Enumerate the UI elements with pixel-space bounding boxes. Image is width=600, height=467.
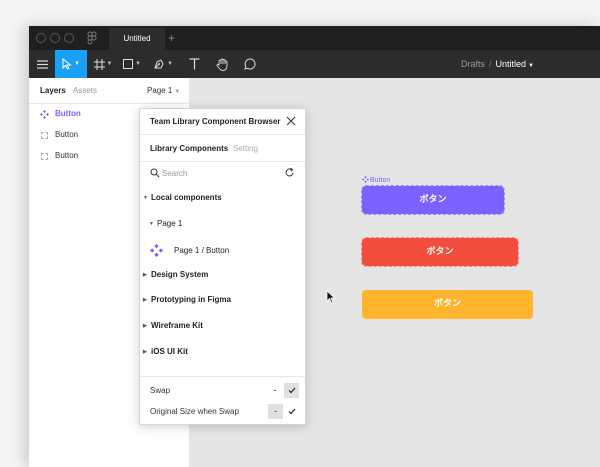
tree-label: Page 1 bbox=[157, 219, 183, 228]
chevron-down-icon: ▼ bbox=[106, 61, 113, 67]
mouse-cursor-icon bbox=[326, 290, 336, 304]
maximize-window-button[interactable] bbox=[64, 33, 74, 43]
modal-footer: Swap - Original Size when Swap - bbox=[140, 376, 305, 424]
layer-name: Button bbox=[55, 109, 81, 118]
canvas-button-red[interactable]: ボタン bbox=[361, 237, 519, 267]
tab-assets[interactable]: Assets bbox=[73, 86, 97, 95]
chevron-down-icon: ▼ bbox=[167, 61, 173, 67]
option-dash[interactable]: - bbox=[268, 404, 283, 419]
shape-tool-button[interactable]: ▼ bbox=[117, 50, 147, 78]
tree-label: Prototyping in Figma bbox=[151, 295, 231, 304]
triangle-down-icon: ▼ bbox=[149, 221, 154, 227]
breadcrumb-file-name[interactable]: Untitled bbox=[496, 59, 527, 69]
breadcrumb-drafts[interactable]: Drafts bbox=[461, 59, 485, 69]
add-tab-button[interactable]: + bbox=[168, 29, 175, 47]
chevron-down-icon: ▼ bbox=[135, 61, 141, 67]
hamburger-icon bbox=[36, 59, 48, 69]
tree-library[interactable]: ▶ Design System bbox=[143, 270, 208, 284]
pen-tool-button[interactable]: ▼ bbox=[147, 50, 179, 78]
toolbar: ▼ ▼ ▼ ▼ Drafts / Untitled ▼ bbox=[29, 50, 600, 78]
tab-setting[interactable]: Setting bbox=[233, 144, 258, 153]
tree-library[interactable]: ▶ Prototyping in Figma bbox=[143, 295, 231, 309]
triangle-down-icon: ▼ bbox=[143, 195, 148, 201]
refresh-icon[interactable] bbox=[284, 167, 295, 178]
option-dash[interactable]: - bbox=[269, 385, 281, 395]
layer-name: Button bbox=[55, 151, 79, 160]
option-label: Original Size when Swap bbox=[150, 407, 239, 416]
minimize-window-button[interactable] bbox=[50, 33, 60, 43]
triangle-right-icon: ▶ bbox=[143, 349, 147, 355]
layer-name: Button bbox=[55, 130, 79, 139]
close-icon[interactable] bbox=[285, 115, 297, 127]
search-input[interactable] bbox=[162, 164, 272, 182]
tree-label: Wireframe Kit bbox=[151, 321, 203, 330]
modal-tabs: Library Components Setting bbox=[140, 135, 305, 162]
tree-label: Local components bbox=[151, 193, 222, 202]
close-window-button[interactable] bbox=[36, 33, 46, 43]
cursor-arrow-icon bbox=[62, 58, 72, 70]
tree-library[interactable]: ▶ iOS UI Kit bbox=[143, 347, 188, 361]
chevron-down-icon[interactable]: ▼ bbox=[528, 63, 534, 69]
chevron-down-icon: ▼ bbox=[74, 61, 80, 67]
option-swap: Swap - bbox=[140, 380, 305, 400]
checkmark-icon bbox=[288, 387, 295, 394]
tab-layers[interactable]: Layers bbox=[40, 86, 66, 95]
hand-icon bbox=[216, 58, 228, 71]
component-name-tag: Button bbox=[362, 176, 390, 184]
triangle-right-icon: ▶ bbox=[143, 272, 147, 278]
chevron-down-icon: ▼ bbox=[174, 89, 181, 95]
pen-icon bbox=[154, 59, 164, 69]
component-name-label: Button bbox=[370, 177, 391, 184]
tree-page[interactable]: ▼ Page 1 bbox=[149, 219, 182, 233]
file-tab[interactable]: Untitled bbox=[109, 28, 165, 50]
tree-label: Design System bbox=[151, 270, 209, 279]
option-original-size: Original Size when Swap - bbox=[140, 401, 305, 421]
component-icon bbox=[150, 244, 163, 257]
tab-library-components[interactable]: Library Components bbox=[150, 144, 228, 153]
search-row bbox=[140, 162, 305, 184]
tree-local-components[interactable]: ▼ Local components bbox=[143, 193, 222, 207]
main-menu-button[interactable] bbox=[29, 50, 55, 78]
checkmark-icon bbox=[288, 408, 295, 415]
canvas-button-orange[interactable]: ボタン bbox=[362, 290, 533, 319]
option-label: Swap bbox=[150, 386, 171, 395]
frame-layer-icon bbox=[40, 152, 49, 161]
search-icon bbox=[150, 168, 160, 178]
comment-tool-button[interactable] bbox=[237, 50, 263, 78]
modal-header: Team Library Component Browser bbox=[140, 109, 305, 135]
original-size-checkbox[interactable] bbox=[284, 404, 299, 419]
frame-hash-icon bbox=[93, 58, 105, 70]
move-tool-button[interactable]: ▼ bbox=[55, 50, 87, 78]
text-t-icon bbox=[189, 58, 199, 70]
component-browser-modal: Team Library Component Browser Library C… bbox=[139, 108, 306, 425]
component-icon bbox=[362, 176, 369, 183]
component-name: Page 1 / Button bbox=[174, 246, 230, 255]
triangle-right-icon: ▶ bbox=[143, 297, 147, 303]
text-tool-button[interactable] bbox=[181, 50, 207, 78]
modal-title: Team Library Component Browser bbox=[150, 117, 281, 126]
comment-bubble-icon bbox=[244, 58, 256, 70]
titlebar: Untitled + bbox=[29, 26, 600, 50]
tree-library[interactable]: ▶ Wireframe Kit bbox=[143, 321, 203, 335]
page-selector-label: Page 1 bbox=[147, 86, 173, 95]
frame-tool-button[interactable]: ▼ bbox=[89, 50, 117, 78]
panel-tabs: Layers Assets Page 1 ▼ bbox=[29, 78, 189, 104]
page-selector[interactable]: Page 1 ▼ bbox=[147, 86, 180, 95]
triangle-right-icon: ▶ bbox=[143, 323, 147, 329]
hand-tool-button[interactable] bbox=[209, 50, 235, 78]
canvas-button-purple[interactable]: ボタン bbox=[361, 185, 505, 215]
figma-logo-icon[interactable] bbox=[87, 31, 97, 45]
component-icon bbox=[40, 110, 49, 119]
breadcrumb-separator: / bbox=[489, 59, 492, 69]
rectangle-icon bbox=[123, 59, 134, 69]
tree-label: iOS UI Kit bbox=[151, 347, 188, 356]
frame-layer-icon bbox=[40, 131, 49, 140]
swap-checkbox[interactable] bbox=[284, 383, 299, 398]
breadcrumb: Drafts / Untitled ▼ bbox=[461, 50, 534, 78]
